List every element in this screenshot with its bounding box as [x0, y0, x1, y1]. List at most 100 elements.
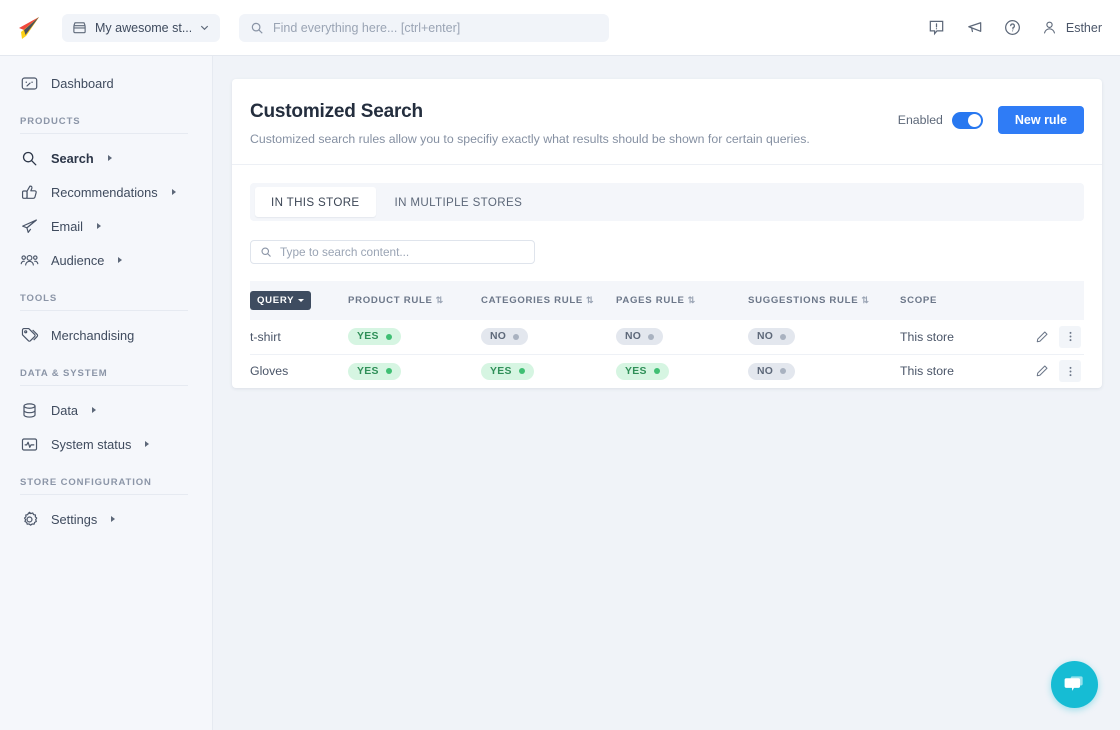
- status-badge: NO: [616, 328, 664, 346]
- cell-pages-rule: NO: [616, 320, 748, 355]
- pill-label: NO: [757, 331, 774, 343]
- sidebar-item-dashboard[interactable]: Dashboard: [0, 66, 212, 100]
- status-dot: [518, 368, 525, 375]
- sidebar-item-label: Search: [51, 150, 94, 166]
- chevron-right-icon: [111, 516, 116, 522]
- cell-actions: [1010, 320, 1084, 355]
- cell-suggestions-rule: NO: [748, 354, 900, 388]
- table-search-placeholder: Type to search content...: [280, 245, 410, 259]
- sidebar-item-label: Dashboard: [51, 75, 114, 91]
- sidebar-item-label: System status: [51, 436, 132, 452]
- user-menu[interactable]: Esther: [1041, 19, 1102, 36]
- sidebar-item-settings[interactable]: Settings: [0, 502, 212, 536]
- status-dot: [780, 333, 787, 340]
- table-row[interactable]: t-shirt YES NO NO NO This store: [250, 320, 1084, 355]
- card-body: IN THIS STORE IN MULTIPLE STORES Type to…: [232, 165, 1102, 388]
- kebab-menu-icon: [1069, 366, 1071, 376]
- search-icon: [251, 22, 263, 34]
- column-header-actions: [1010, 281, 1084, 320]
- header-actions: Enabled New rule: [898, 106, 1084, 134]
- search-icon: [261, 247, 271, 257]
- chat-widget-button[interactable]: [1051, 661, 1098, 708]
- audience-icon: [20, 254, 39, 266]
- column-header-pages-rule-label: PAGES RULE: [616, 295, 685, 306]
- column-header-categories-rule-label: CATEGORIES RULE: [481, 295, 584, 306]
- cell-product-rule: YES: [348, 320, 481, 355]
- global-search-input[interactable]: Find everything here... [ctrl+enter]: [239, 13, 609, 42]
- column-header-product-rule[interactable]: PRODUCT RULE ⇅: [348, 281, 481, 320]
- sidebar-item-email[interactable]: Email: [0, 209, 212, 243]
- pencil-icon: [1036, 365, 1048, 377]
- column-header-query[interactable]: QUERY: [250, 281, 348, 320]
- column-header-suggestions-rule[interactable]: SUGGESTIONS RULE ⇅: [748, 281, 900, 320]
- enabled-toggle-group[interactable]: Enabled: [898, 111, 983, 129]
- edit-row-button[interactable]: [1031, 326, 1053, 348]
- megaphone-icon[interactable]: [965, 18, 984, 37]
- page-subtitle: Customized search rules allow you to spe…: [250, 132, 810, 146]
- column-header-categories-rule[interactable]: CATEGORIES RULE ⇅: [481, 281, 616, 320]
- row-more-menu-button[interactable]: [1059, 360, 1081, 383]
- paper-plane-logo[interactable]: [13, 13, 43, 43]
- cell-query: Gloves: [250, 364, 289, 379]
- tag-icon: [21, 327, 39, 342]
- status-badge: YES: [616, 362, 669, 380]
- pill-label: YES: [490, 365, 512, 377]
- tab-in-multiple-stores[interactable]: IN MULTIPLE STORES: [379, 187, 539, 217]
- pill-label: YES: [357, 331, 379, 343]
- column-header-pages-rule[interactable]: PAGES RULE ⇅: [616, 281, 748, 320]
- store-selector[interactable]: My awesome st...: [62, 13, 220, 42]
- help-icon[interactable]: [1003, 18, 1022, 37]
- feedback-icon[interactable]: [927, 18, 946, 37]
- pulse-icon: [21, 437, 38, 451]
- status-badge: YES: [348, 362, 401, 380]
- cell-product-rule: YES: [348, 354, 481, 388]
- store-icon: [73, 22, 86, 34]
- new-rule-button[interactable]: New rule: [997, 106, 1084, 134]
- sidebar-item-label: Audience: [51, 252, 105, 268]
- status-dot: [385, 368, 392, 375]
- pill-label: YES: [357, 365, 379, 377]
- table-search-input[interactable]: Type to search content...: [250, 240, 535, 264]
- sidebar-section-products: PRODUCTS: [20, 116, 188, 134]
- chevron-right-icon: [92, 407, 97, 413]
- card-header: Customized Search Customized search rule…: [232, 79, 1102, 165]
- table-header: QUERY PRODUCT RULE ⇅ CATEGORIES RULE ⇅ PAG…: [250, 281, 1084, 320]
- sidebar-item-merchandising[interactable]: Merchandising: [0, 318, 212, 352]
- sidebar-section-tools: TOOLS: [20, 293, 188, 311]
- email-plane-icon: [22, 218, 37, 233]
- tab-in-this-store[interactable]: IN THIS STORE: [255, 187, 376, 217]
- status-dot: [648, 333, 655, 340]
- edit-row-button[interactable]: [1031, 360, 1053, 382]
- status-badge: NO: [748, 362, 796, 380]
- pill-label: YES: [625, 365, 647, 377]
- column-header-query-label: QUERY: [257, 295, 295, 306]
- gear-icon: [23, 511, 38, 526]
- sidebar-item-label: Data: [51, 402, 79, 418]
- sidebar-item-search[interactable]: Search: [0, 141, 212, 175]
- sort-icon: ⇅: [586, 295, 595, 305]
- sidebar: Dashboard PRODUCTS Search Recommendation…: [0, 56, 213, 730]
- status-badge: NO: [481, 328, 529, 346]
- kebab-menu-icon: [1069, 332, 1071, 342]
- top-bar: My awesome st... Find everything here...…: [0, 0, 1120, 56]
- table-body: t-shirt YES NO NO NO This store Gloves Y…: [250, 320, 1084, 388]
- column-header-product-rule-label: PRODUCT RULE: [348, 295, 433, 306]
- user-avatar-icon: [1043, 21, 1055, 34]
- cell-categories-rule: YES: [481, 354, 616, 388]
- cell-query: t-shirt: [250, 320, 348, 355]
- cell-scope: This store: [900, 364, 954, 379]
- cell-actions: [1010, 354, 1084, 388]
- status-dot: [513, 333, 520, 340]
- chat-bubbles-icon: [1064, 676, 1083, 691]
- query-sort-badge[interactable]: QUERY: [250, 291, 312, 310]
- cell-scope: This store: [900, 320, 1010, 355]
- chevron-down-icon: [200, 25, 209, 31]
- sidebar-item-recommendations[interactable]: Recommendations: [0, 175, 212, 209]
- sidebar-item-data[interactable]: Data: [0, 393, 212, 427]
- sort-icon: ⇅: [861, 295, 870, 305]
- sidebar-item-system-status[interactable]: System status: [0, 427, 212, 461]
- enabled-toggle[interactable]: [951, 111, 983, 129]
- sidebar-item-audience[interactable]: Audience: [0, 243, 212, 277]
- row-more-menu-button[interactable]: [1059, 325, 1081, 348]
- table-row[interactable]: Gloves YES YES YES NO This store: [250, 354, 1084, 388]
